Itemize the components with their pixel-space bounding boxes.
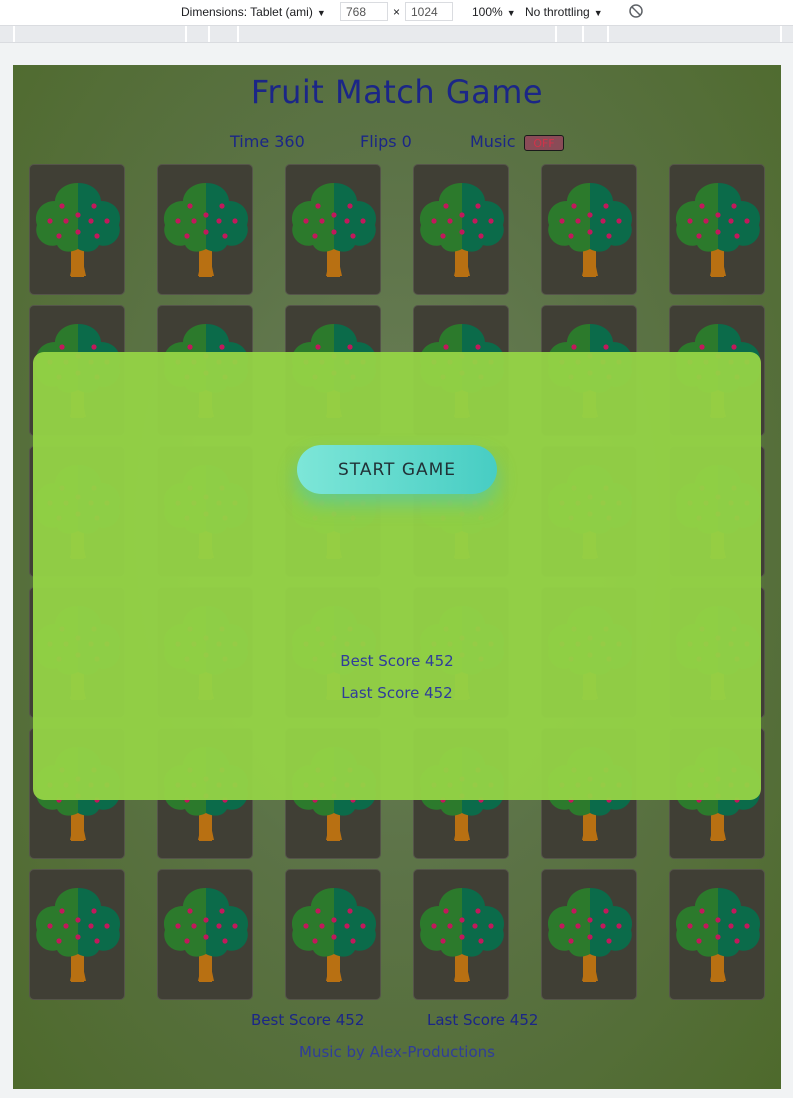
- tree-icon: [675, 183, 761, 277]
- start-game-button[interactable]: START GAME: [297, 445, 497, 494]
- last-score: Last Score 452: [427, 1011, 539, 1029]
- game-viewport: Fruit Match Game Time 360 Flips 0 Music …: [13, 65, 781, 1089]
- tree-icon: [547, 888, 633, 982]
- timer: Time 360: [230, 132, 305, 151]
- tree-icon: [35, 888, 121, 982]
- tree-icon: [419, 888, 505, 982]
- memory-card[interactable]: [285, 869, 381, 1000]
- throttling-dropdown[interactable]: No throttling ▼: [525, 5, 603, 19]
- tree-icon: [291, 183, 377, 277]
- tree-icon: [675, 888, 761, 982]
- overlay-best-score: Best Score 452: [340, 652, 454, 670]
- memory-card[interactable]: [413, 164, 509, 295]
- memory-card[interactable]: [285, 164, 381, 295]
- memory-card[interactable]: [157, 869, 253, 1000]
- width-input[interactable]: 768: [340, 2, 388, 21]
- devtools-toolbar: Dimensions: Tablet (ami) ▼ 768 × 1024 100…: [0, 0, 793, 26]
- game-title: Fruit Match Game: [250, 73, 544, 111]
- memory-card[interactable]: [669, 164, 765, 295]
- dimensions-dropdown[interactable]: Dimensions: Tablet (ami) ▼: [181, 5, 326, 19]
- memory-card[interactable]: [541, 164, 637, 295]
- tree-icon: [163, 183, 249, 277]
- music-label: Music: [470, 132, 516, 151]
- height-input[interactable]: 1024: [405, 2, 453, 21]
- tree-icon: [163, 888, 249, 982]
- music-toggle-button[interactable]: OFF: [524, 135, 564, 151]
- tree-icon: [291, 888, 377, 982]
- memory-card[interactable]: [157, 164, 253, 295]
- memory-card[interactable]: [413, 869, 509, 1000]
- times-sign: ×: [393, 5, 401, 19]
- memory-card[interactable]: [541, 869, 637, 1000]
- memory-card[interactable]: [669, 869, 765, 1000]
- rotate-icon[interactable]: [628, 3, 644, 22]
- music-credit: Music by Alex-Productions: [299, 1043, 495, 1061]
- memory-card[interactable]: [29, 164, 125, 295]
- tree-icon: [547, 183, 633, 277]
- tree-icon: [419, 183, 505, 277]
- memory-card[interactable]: [29, 869, 125, 1000]
- start-overlay: START GAME Best Score 452 Last Score 452: [33, 352, 761, 800]
- flips-counter: Flips 0: [360, 132, 412, 151]
- best-score: Best Score 452: [251, 1011, 365, 1029]
- zoom-dropdown[interactable]: 100% ▼: [472, 5, 516, 19]
- overlay-last-score: Last Score 452: [341, 684, 453, 702]
- media-query-ruler: [0, 26, 793, 43]
- tree-icon: [35, 183, 121, 277]
